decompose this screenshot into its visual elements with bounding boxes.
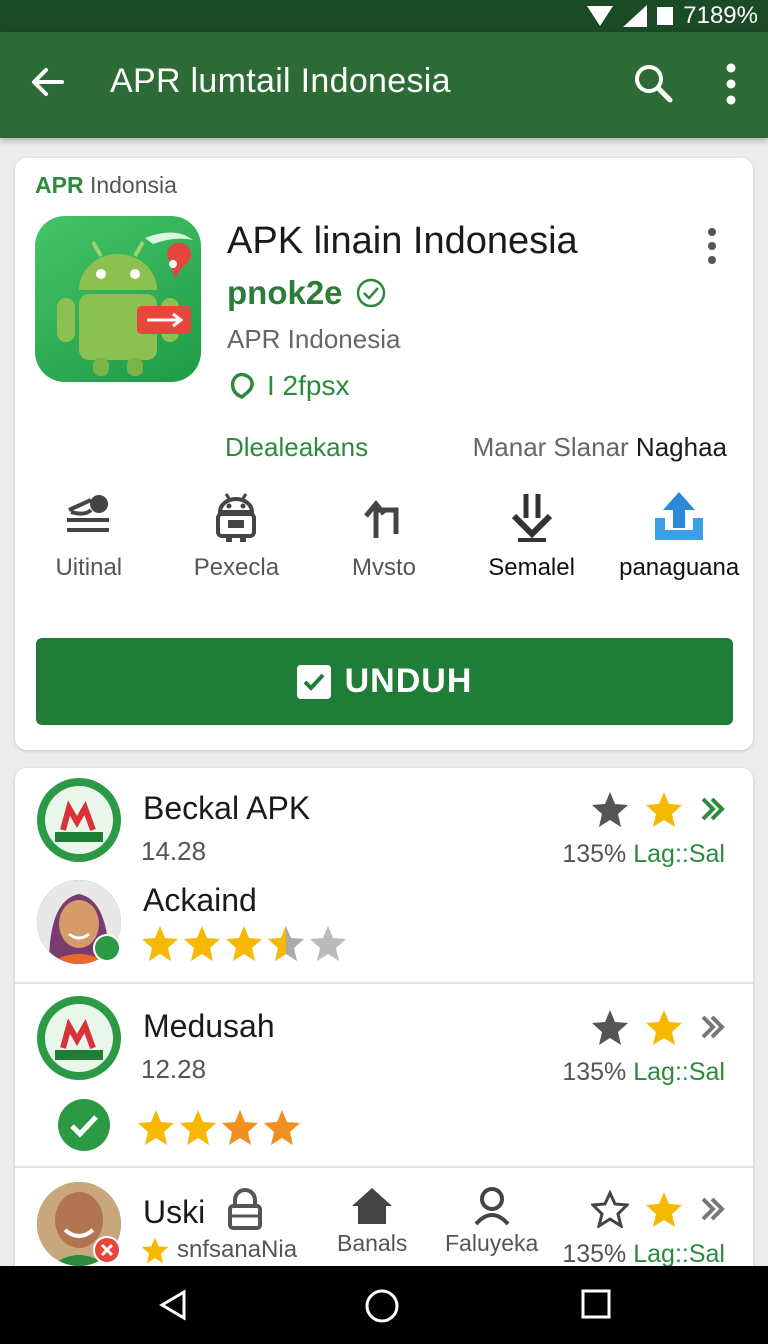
chevron-right-icon[interactable] <box>699 793 727 825</box>
checkbox-icon <box>296 664 331 699</box>
star-gold-icon <box>184 926 220 961</box>
app-logo <box>37 778 121 862</box>
star-gold-icon <box>180 1110 216 1145</box>
list-item[interactable]: Ackaind <box>15 868 753 980</box>
leaf-icon <box>230 372 254 400</box>
star-gold-icon <box>141 1237 169 1264</box>
android-robot-icon <box>57 232 193 376</box>
star-dark-icon <box>592 792 628 827</box>
action-share[interactable]: Mvsto <box>310 488 458 588</box>
person-icon <box>474 1187 510 1226</box>
star-gold-icon <box>646 1010 682 1045</box>
back-arrow-icon[interactable] <box>28 62 68 102</box>
wifi-icon <box>587 6 614 26</box>
search-icon[interactable] <box>632 62 674 104</box>
lock-icon[interactable] <box>225 1188 265 1232</box>
star-orange-icon <box>222 1110 258 1145</box>
rating-stars <box>141 924 347 962</box>
signal-icon <box>623 5 648 27</box>
toolbar: APR lumtail Indonesia <box>0 32 768 138</box>
nav-recents-icon[interactable] <box>580 1288 612 1320</box>
battery-level: 7189% <box>683 2 758 29</box>
nav-back-icon[interactable] <box>156 1288 190 1322</box>
star-dark-icon <box>592 1010 628 1045</box>
app-logo <box>37 996 121 1080</box>
star-gold-icon <box>646 1192 682 1227</box>
chevron-right-icon[interactable] <box>699 1011 727 1043</box>
check-circle-icon <box>58 1099 110 1151</box>
verified-check-icon <box>356 278 385 308</box>
app-title: APK linain Indonesia <box>227 220 578 262</box>
publisher-name: APR Indonesia <box>227 324 401 354</box>
home-icon <box>352 1188 393 1224</box>
share-arrow-icon <box>364 500 399 538</box>
nav-home-icon[interactable] <box>364 1288 400 1324</box>
app-list-card: Beckal APK 14.28 135% Lag::Sal Ackaind M… <box>15 768 753 1328</box>
action-execute[interactable]: Pexecla <box>163 488 311 588</box>
rating-stars <box>137 1108 301 1146</box>
badge-icon <box>93 934 121 962</box>
detail-link[interactable]: Dlealeakans <box>225 432 368 463</box>
star-gold-icon <box>646 792 682 827</box>
download-icon <box>511 494 552 542</box>
action-download[interactable]: Semalel <box>458 488 606 588</box>
list-item[interactable]: Beckal APK 14.28 135% Lag::Sal <box>15 768 753 868</box>
list-item[interactable]: Medusah 12.28 135% Lag::Sal <box>15 986 753 1164</box>
close-badge-icon[interactable] <box>93 1236 121 1264</box>
star-outline-icon <box>591 1190 629 1228</box>
star-gold-icon <box>226 926 262 961</box>
upload-icon <box>655 492 704 540</box>
download-button[interactable]: UNDUH <box>36 638 733 725</box>
brand-label: APR Indonsia <box>35 172 177 198</box>
android-robot-icon <box>216 493 257 542</box>
star-half-icon <box>264 1110 300 1145</box>
overflow-menu-icon[interactable] <box>718 62 744 106</box>
developer-name[interactable]: pnok2e <box>227 274 387 312</box>
star-gold-icon <box>138 1110 174 1145</box>
star-gold-icon <box>142 926 178 961</box>
toolbar-title: APR lumtail Indonesia <box>110 62 451 100</box>
app-size: I 2fpsx <box>227 370 349 402</box>
uninstall-icon <box>66 495 109 532</box>
battery-icon <box>657 7 674 25</box>
chevron-right-icon[interactable] <box>699 1193 727 1225</box>
action-upload[interactable]: panaguana <box>605 488 753 588</box>
status-bar: 7189% <box>0 0 768 32</box>
app-detail-card: APR Indonsia APK linain Indonesia pnok2e <box>15 158 753 750</box>
star-half-icon <box>268 926 304 961</box>
divider <box>15 982 753 984</box>
tab-profile[interactable]: Faluyeka <box>445 1186 538 1257</box>
category-link[interactable]: Manar Slanar Naghaa <box>473 432 727 463</box>
divider <box>15 1166 753 1168</box>
app-icon <box>35 216 201 382</box>
action-row: Uitinal Pexecla Mvsto Semalel panaguana <box>15 488 753 588</box>
action-uninstall[interactable]: Uitinal <box>15 488 163 588</box>
tab-home[interactable]: Banals <box>337 1186 407 1257</box>
system-nav-bar <box>0 1266 768 1344</box>
app-more-icon[interactable] <box>703 226 721 266</box>
star-empty-icon <box>310 926 346 961</box>
